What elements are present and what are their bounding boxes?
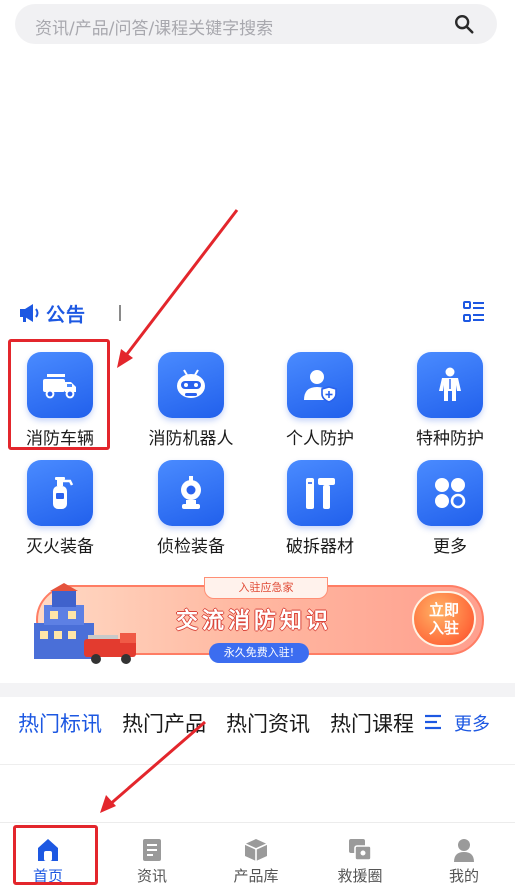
category-special-protection[interactable]: 特种防护 (390, 352, 510, 452)
category-tile[interactable] (417, 352, 483, 418)
category-fire-robot[interactable]: 消防机器人 (131, 352, 251, 452)
category-tile[interactable] (417, 460, 483, 526)
banner-subtitle: 永久免费入驻! (209, 643, 309, 663)
section-divider (0, 683, 515, 697)
nav-profile[interactable]: 我的 (424, 837, 504, 887)
category-label: 侦检装备 (157, 537, 225, 557)
category-label: 灭火装备 (26, 537, 94, 557)
category-tile[interactable] (287, 460, 353, 526)
app-screen: 资讯/产品/问答/课程关键字搜索 公告 消防车辆 消防机器人 个人防护 特种防护… (0, 0, 515, 889)
more-label: 更多 (454, 714, 490, 735)
category-label: 破拆器材 (286, 537, 354, 557)
join-now-line2: 入驻 (428, 619, 459, 637)
news-icon (143, 839, 161, 861)
arrow-head-icon (100, 795, 116, 813)
category-label: 特种防护 (416, 429, 484, 449)
product-box-icon (244, 839, 268, 861)
join-now-button[interactable]: 立即 入驻 (412, 591, 476, 647)
fire-station-illustration (34, 583, 136, 664)
menu-lines-icon (425, 714, 441, 730)
category-tile[interactable] (158, 460, 224, 526)
category-demolition-tools[interactable]: 破拆器材 (260, 460, 380, 560)
rescue-circle-icon (349, 839, 372, 861)
category-tile[interactable] (27, 460, 93, 526)
notice-bar[interactable]: 公告 (18, 299, 498, 327)
join-now-line1: 立即 (428, 601, 459, 619)
megaphone-icon (20, 304, 39, 322)
category-label: 更多 (433, 537, 467, 557)
fire-extinguisher-icon (53, 477, 74, 509)
tab-hot-courses[interactable]: 热门课程 (330, 708, 414, 738)
robot-icon (177, 369, 205, 398)
nav-label: 救援圈 (337, 867, 383, 885)
nav-label: 我的 (448, 867, 479, 885)
detector-icon (181, 476, 201, 509)
demolition-tools-icon (306, 478, 335, 509)
tab-hot-products[interactable]: 热门产品 (122, 708, 206, 738)
nav-products[interactable]: 产品库 (216, 837, 296, 887)
user-icon (454, 839, 474, 862)
tabs-divider (0, 764, 515, 765)
highlight-box-category (8, 339, 110, 450)
more-grid-icon (435, 478, 466, 509)
nav-rescue-circle[interactable]: 救援圈 (320, 837, 400, 887)
list-icon[interactable] (462, 300, 486, 324)
search-bar[interactable]: 资讯/产品/问答/课程关键字搜索 (15, 4, 497, 44)
nav-news[interactable]: 资讯 (112, 837, 192, 887)
tab-hot-news[interactable]: 热门资讯 (226, 708, 310, 738)
category-label: 个人防护 (286, 429, 354, 449)
search-input[interactable]: 资讯/产品/问答/课程关键字搜索 (35, 14, 273, 39)
tab-hot-bids[interactable]: 热门标讯 (18, 708, 102, 738)
category-label: 消防机器人 (148, 429, 234, 449)
notice-label: 公告 (46, 304, 87, 326)
category-more[interactable]: 更多 (390, 460, 510, 560)
search-icon[interactable] (453, 13, 475, 35)
category-extinguishing-equipment[interactable]: 灭火装备 (0, 460, 120, 560)
protective-suit-icon (439, 367, 461, 401)
banner-title: 交流消防知识 (176, 609, 333, 634)
nav-label: 产品库 (233, 867, 279, 885)
category-tile[interactable] (287, 352, 353, 418)
banner-tag: 入驻应急家 (204, 577, 328, 599)
category-tile[interactable] (158, 352, 224, 418)
nav-label: 资讯 (136, 867, 167, 885)
hot-tabs: 热门标讯 热门产品 热门资讯 热门课程 更多 (0, 708, 515, 742)
arrow-to-category (122, 209, 239, 359)
category-detection-equipment[interactable]: 侦检装备 (131, 460, 251, 560)
notice-divider (119, 305, 121, 321)
promo-banner[interactable]: 入驻应急家 交流消防知识 永久免费入驻! 立即 入驻 (28, 577, 486, 665)
category-personal-protection[interactable]: 个人防护 (260, 352, 380, 452)
person-shield-icon (304, 370, 337, 403)
highlight-box-home (13, 825, 98, 885)
